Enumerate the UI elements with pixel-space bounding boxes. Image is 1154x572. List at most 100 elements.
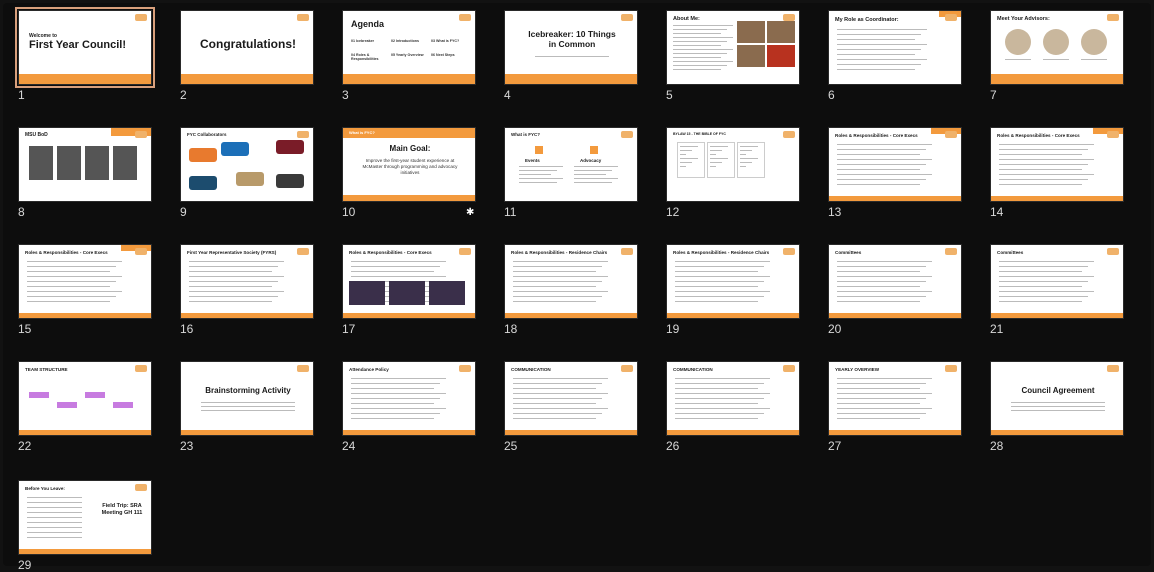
slide-thumbnail-20[interactable]: Committees 20 [828, 244, 964, 336]
slide-title: Icebreaker: 10 Things in Common [528, 29, 616, 49]
agenda-item: 05 Yearly Overview [391, 53, 424, 57]
slide-thumbnail-26[interactable]: COMMUNICATION 26 [666, 361, 802, 453]
org-box [57, 402, 77, 408]
photo [113, 146, 137, 180]
slide-thumbnail-1[interactable]: Welcome to First Year Council! 1 [15, 7, 155, 102]
slide-preview: Icebreaker: 10 Things in Common [504, 10, 638, 85]
agenda-item: 03 What is FYC? [431, 39, 460, 43]
slide-number: 5 [666, 88, 673, 102]
slide-title: COMMUNICATION [511, 367, 551, 372]
partner-logo [189, 148, 217, 162]
slide-title: What is FYC? [511, 132, 540, 137]
slide-number: 27 [828, 439, 842, 453]
calendar-icon [535, 146, 543, 154]
slide-thumbnail-6[interactable]: My Role as Coordinator: 6 [828, 10, 964, 102]
msu-logo-icon [1107, 365, 1119, 372]
calendar-icon [590, 146, 598, 154]
slide-number: 17 [342, 322, 356, 336]
slide-preview: Roles & Responsibilities - Core Execs [342, 244, 476, 319]
slide-body: Improve the first-year student experienc… [362, 158, 458, 175]
slide-thumbnail-19[interactable]: Roles & Responsibilities - Residence Cha… [666, 244, 802, 336]
slide-title: FYC Collaborators [187, 132, 227, 137]
slide-preview: Brainstorming Activity [180, 361, 314, 436]
slide-thumbnail-8[interactable]: MSU BoD 8 [18, 127, 154, 219]
slide-thumbnail-5[interactable]: About Me: 5 [666, 10, 802, 102]
msu-logo-icon [297, 365, 309, 372]
slide-title: Roles & Responsibilities - Core Execs [835, 133, 918, 138]
slide-thumbnail-24[interactable]: Attendance Policy 24 [342, 361, 478, 453]
msu-logo-icon [621, 248, 633, 255]
slide-thumbnail-21[interactable]: Committees 21 [990, 244, 1126, 336]
slide-thumbnail-15[interactable]: Roles & Responsibilities - Core Execs 15 [18, 244, 154, 336]
slide-thumbnail-7[interactable]: Meet Your Advisors: 7 [990, 10, 1126, 102]
msu-logo-icon [297, 14, 309, 21]
slide-thumbnail-3[interactable]: Agenda 01 Icebreaker 02 Introductions 03 Wh… [342, 10, 478, 102]
slide-number: 23 [180, 439, 194, 453]
field-trip-note: Field Trip: SRA Meeting GH 111 [101, 503, 143, 516]
msu-logo-icon [945, 131, 957, 138]
msu-logo-icon [945, 14, 957, 21]
slide-number: 18 [504, 322, 518, 336]
slide-number: 1 [18, 88, 25, 102]
slide-preview: Committees [990, 244, 1124, 319]
slide-number: 26 [666, 439, 680, 453]
photo [57, 146, 81, 180]
msu-logo-icon [945, 365, 957, 372]
slide-thumbnail-11[interactable]: What is FYC? Events Advocacy 11 [504, 127, 640, 219]
slide-thumbnail-27[interactable]: YEARLY OVERVIEW 27 [828, 361, 964, 453]
slide-thumbnail-14[interactable]: Roles & Responsibilities - Core Execs 14 [990, 127, 1126, 219]
slide-number: 14 [990, 205, 1004, 219]
column-title: Events [525, 158, 540, 163]
slide-thumbnail-23[interactable]: Brainstorming Activity 23 [180, 361, 316, 453]
slide-preview: What is FYC? Events Advocacy [504, 127, 638, 202]
slide-thumbnail-4[interactable]: Icebreaker: 10 Things in Common 4 [504, 10, 640, 102]
msu-logo-icon [135, 248, 147, 255]
slide-thumbnail-17[interactable]: Roles & Responsibilities - Core Execs 17 [342, 244, 478, 336]
slide-thumbnail-12[interactable]: BYLAW 15 - THE BIBLE OF FYC 12 [666, 127, 802, 219]
slide-preview: TEAM STRUCTURE [18, 361, 152, 436]
slide-title: MSU BoD [25, 132, 48, 138]
msu-logo-icon [783, 248, 795, 255]
slide-thumbnail-9[interactable]: FYC Collaborators 9 [180, 127, 316, 219]
slide-title: First Year Representative Society (FYRS) [187, 250, 277, 255]
slide-thumbnail-10[interactable]: What is FYC? Main Goal: Improve the first-… [342, 127, 478, 219]
slide-thumbnail-2[interactable]: Congratulations! 2 [180, 10, 316, 102]
slide-number: 21 [990, 322, 1004, 336]
slide-title: Brainstorming Activity [205, 386, 291, 395]
msu-logo-icon [783, 131, 795, 138]
transition-star-icon: ✱ [466, 207, 475, 218]
msu-logo-icon [135, 131, 147, 138]
slide-title: Roles & Responsibilities - Core Execs [349, 250, 432, 255]
slide-title: TEAM STRUCTURE [25, 367, 68, 372]
msu-logo-icon [1107, 248, 1119, 255]
slide-thumbnail-16[interactable]: First Year Representative Society (FYRS)… [180, 244, 316, 336]
slide-kicker: What is FYC? [349, 130, 375, 135]
slide-thumbnail-18[interactable]: Roles & Responsibilities - Residence Cha… [504, 244, 640, 336]
slide-title: Before You Leave: [25, 486, 65, 491]
slide-title: COMMUNICATION [673, 367, 713, 372]
slide-title: My Role as Coordinator: [835, 17, 899, 23]
slide-preview: Roles & Responsibilities - Core Execs [828, 127, 962, 202]
slide-preview: Roles & Responsibilities - Residence Cha… [504, 244, 638, 319]
slide-thumbnail-29[interactable]: Before You Leave: Field Trip: SRA Meeting… [18, 480, 154, 572]
slide-number: 8 [18, 205, 25, 219]
slide-preview: Roles & Responsibilities - Core Execs [990, 127, 1124, 202]
slide-thumbnail-28[interactable]: Council Agreement 28 [990, 361, 1126, 453]
slide-thumbnail-13[interactable]: Roles & Responsibilities - Core Execs 13 [828, 127, 964, 219]
slide-thumbnail-22[interactable]: TEAM STRUCTURE 22 [18, 361, 154, 453]
advisor-photo [1005, 29, 1031, 55]
msu-logo-icon [1107, 14, 1119, 21]
slide-thumbnail-25[interactable]: COMMUNICATION 25 [504, 361, 640, 453]
partner-logo [276, 174, 304, 188]
slide-title: Roles & Responsibilities - Residence Cha… [511, 250, 608, 255]
org-box [85, 392, 105, 398]
slide-number: 29 [18, 558, 32, 572]
slide-preview: COMMUNICATION [666, 361, 800, 436]
document-page [677, 142, 705, 178]
slide-title: Committees [997, 250, 1024, 255]
advisor-photo [1043, 29, 1069, 55]
msu-logo-icon [783, 14, 795, 21]
slide-preview: What is FYC? Main Goal: Improve the first-… [342, 127, 476, 202]
slide-number: 20 [828, 322, 842, 336]
slide-number: 12 [666, 205, 680, 219]
